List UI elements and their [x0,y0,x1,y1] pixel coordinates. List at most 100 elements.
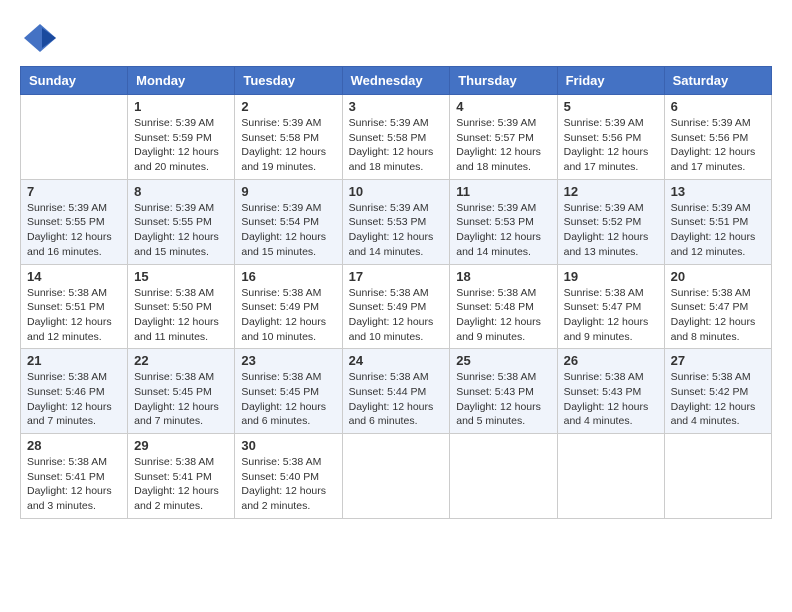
day-info: Sunrise: 5:39 AM Sunset: 5:55 PM Dayligh… [134,201,228,260]
day-info: Sunrise: 5:39 AM Sunset: 5:52 PM Dayligh… [564,201,658,260]
calendar-cell: 1 Sunrise: 5:39 AM Sunset: 5:59 PM Daylig… [128,95,235,180]
day-info: Sunrise: 5:38 AM Sunset: 5:47 PM Dayligh… [671,286,765,345]
calendar-cell: 23Sunrise: 5:38 AM Sunset: 5:45 PM Dayli… [235,349,342,434]
day-number: 16 [241,269,335,284]
day-info: Sunrise: 5:39 AM Sunset: 5:56 PM Dayligh… [671,116,765,175]
day-info: Sunrise: 5:38 AM Sunset: 5:46 PM Dayligh… [27,370,121,429]
day-info: Sunrise: 5:39 AM Sunset: 5:59 PM Dayligh… [134,116,228,175]
day-info: Sunrise: 5:39 AM Sunset: 5:58 PM Dayligh… [241,116,335,175]
calendar-cell: 21 Sunrise: 5:38 AM Sunset: 5:46 PM Dayli… [21,349,128,434]
day-info: Sunrise: 5:38 AM Sunset: 5:45 PM Dayligh… [134,370,228,429]
day-info: Sunrise: 5:38 AM Sunset: 5:51 PM Dayligh… [27,286,121,345]
calendar-week-row: 1 Sunrise: 5:39 AM Sunset: 5:59 PM Daylig… [21,95,772,180]
calendar-week-row: 28 Sunrise: 5:38 AM Sunset: 5:41 PM Dayli… [21,434,772,519]
calendar-cell: 7 Sunrise: 5:39 AM Sunset: 5:55 PM Daylig… [21,179,128,264]
calendar-cell [664,434,771,519]
day-number: 30 [241,438,335,453]
day-number: 1 [134,99,228,114]
day-number: 21 [27,353,121,368]
day-number: 29 [134,438,228,453]
day-info: Sunrise: 5:38 AM Sunset: 5:49 PM Dayligh… [349,286,444,345]
day-number: 24 [349,353,444,368]
column-header-sunday: Sunday [21,67,128,95]
calendar-table: SundayMondayTuesdayWednesdayThursdayFrid… [20,66,772,519]
day-number: 12 [564,184,658,199]
calendar-cell: 11Sunrise: 5:39 AM Sunset: 5:53 PM Dayli… [450,179,557,264]
day-number: 9 [241,184,335,199]
calendar-cell: 2 Sunrise: 5:39 AM Sunset: 5:58 PM Daylig… [235,95,342,180]
day-number: 22 [134,353,228,368]
day-info: Sunrise: 5:38 AM Sunset: 5:47 PM Dayligh… [564,286,658,345]
calendar-cell: 5 Sunrise: 5:39 AM Sunset: 5:56 PM Daylig… [557,95,664,180]
day-number: 18 [456,269,550,284]
column-header-saturday: Saturday [664,67,771,95]
column-header-friday: Friday [557,67,664,95]
calendar-cell: 15Sunrise: 5:38 AM Sunset: 5:50 PM Dayli… [128,264,235,349]
day-info: Sunrise: 5:38 AM Sunset: 5:49 PM Dayligh… [241,286,335,345]
day-info: Sunrise: 5:39 AM Sunset: 5:54 PM Dayligh… [241,201,335,260]
day-number: 20 [671,269,765,284]
calendar-cell: 10Sunrise: 5:39 AM Sunset: 5:53 PM Dayli… [342,179,450,264]
day-number: 26 [564,353,658,368]
day-info: Sunrise: 5:39 AM Sunset: 5:56 PM Dayligh… [564,116,658,175]
day-info: Sunrise: 5:39 AM Sunset: 5:57 PM Dayligh… [456,116,550,175]
calendar-cell: 22 Sunrise: 5:38 AM Sunset: 5:45 PM Dayli… [128,349,235,434]
calendar-cell: 29Sunrise: 5:38 AM Sunset: 5:41 PM Dayli… [128,434,235,519]
calendar-cell: 27 Sunrise: 5:38 AM Sunset: 5:42 PM Dayli… [664,349,771,434]
day-number: 15 [134,269,228,284]
day-number: 17 [349,269,444,284]
day-number: 28 [27,438,121,453]
day-info: Sunrise: 5:38 AM Sunset: 5:43 PM Dayligh… [456,370,550,429]
column-header-thursday: Thursday [450,67,557,95]
calendar-cell: 8 Sunrise: 5:39 AM Sunset: 5:55 PM Daylig… [128,179,235,264]
day-number: 5 [564,99,658,114]
day-number: 11 [456,184,550,199]
calendar-cell: 30 Sunrise: 5:38 AM Sunset: 5:40 PM Dayli… [235,434,342,519]
day-info: Sunrise: 5:39 AM Sunset: 5:53 PM Dayligh… [349,201,444,260]
day-info: Sunrise: 5:38 AM Sunset: 5:48 PM Dayligh… [456,286,550,345]
calendar-cell [21,95,128,180]
calendar-cell: 20 Sunrise: 5:38 AM Sunset: 5:47 PM Dayli… [664,264,771,349]
day-info: Sunrise: 5:39 AM Sunset: 5:55 PM Dayligh… [27,201,121,260]
calendar-cell: 16 Sunrise: 5:38 AM Sunset: 5:49 PM Dayli… [235,264,342,349]
calendar-cell: 12 Sunrise: 5:39 AM Sunset: 5:52 PM Dayli… [557,179,664,264]
calendar-cell [557,434,664,519]
logo [20,20,60,56]
day-info: Sunrise: 5:38 AM Sunset: 5:43 PM Dayligh… [564,370,658,429]
calendar-cell: 26 Sunrise: 5:38 AM Sunset: 5:43 PM Dayli… [557,349,664,434]
day-number: 14 [27,269,121,284]
calendar-cell: 24 Sunrise: 5:38 AM Sunset: 5:44 PM Dayli… [342,349,450,434]
day-info: Sunrise: 5:38 AM Sunset: 5:40 PM Dayligh… [241,455,335,514]
calendar-cell: 4 Sunrise: 5:39 AM Sunset: 5:57 PM Daylig… [450,95,557,180]
calendar-cell: 9 Sunrise: 5:39 AM Sunset: 5:54 PM Daylig… [235,179,342,264]
column-header-monday: Monday [128,67,235,95]
day-info: Sunrise: 5:38 AM Sunset: 5:45 PM Dayligh… [241,370,335,429]
day-info: Sunrise: 5:39 AM Sunset: 5:51 PM Dayligh… [671,201,765,260]
calendar-cell [450,434,557,519]
day-number: 19 [564,269,658,284]
calendar-cell: 17 Sunrise: 5:38 AM Sunset: 5:49 PM Dayli… [342,264,450,349]
calendar-cell: 18 Sunrise: 5:38 AM Sunset: 5:48 PM Dayli… [450,264,557,349]
day-number: 8 [134,184,228,199]
calendar-cell: 28 Sunrise: 5:38 AM Sunset: 5:41 PM Dayli… [21,434,128,519]
day-number: 7 [27,184,121,199]
day-number: 13 [671,184,765,199]
day-number: 25 [456,353,550,368]
calendar-cell: 19 Sunrise: 5:38 AM Sunset: 5:47 PM Dayli… [557,264,664,349]
day-info: Sunrise: 5:38 AM Sunset: 5:42 PM Dayligh… [671,370,765,429]
day-info: Sunrise: 5:39 AM Sunset: 5:58 PM Dayligh… [349,116,444,175]
day-number: 2 [241,99,335,114]
calendar-cell: 25 Sunrise: 5:38 AM Sunset: 5:43 PM Dayli… [450,349,557,434]
calendar-cell: 13 Sunrise: 5:39 AM Sunset: 5:51 PM Dayli… [664,179,771,264]
day-info: Sunrise: 5:38 AM Sunset: 5:44 PM Dayligh… [349,370,444,429]
page-header [20,20,772,56]
day-info: Sunrise: 5:38 AM Sunset: 5:41 PM Dayligh… [27,455,121,514]
column-header-tuesday: Tuesday [235,67,342,95]
day-number: 3 [349,99,444,114]
calendar-cell: 6Sunrise: 5:39 AM Sunset: 5:56 PM Daylig… [664,95,771,180]
calendar-header-row: SundayMondayTuesdayWednesdayThursdayFrid… [21,67,772,95]
day-number: 4 [456,99,550,114]
day-number: 27 [671,353,765,368]
column-header-wednesday: Wednesday [342,67,450,95]
logo-icon [20,20,56,56]
